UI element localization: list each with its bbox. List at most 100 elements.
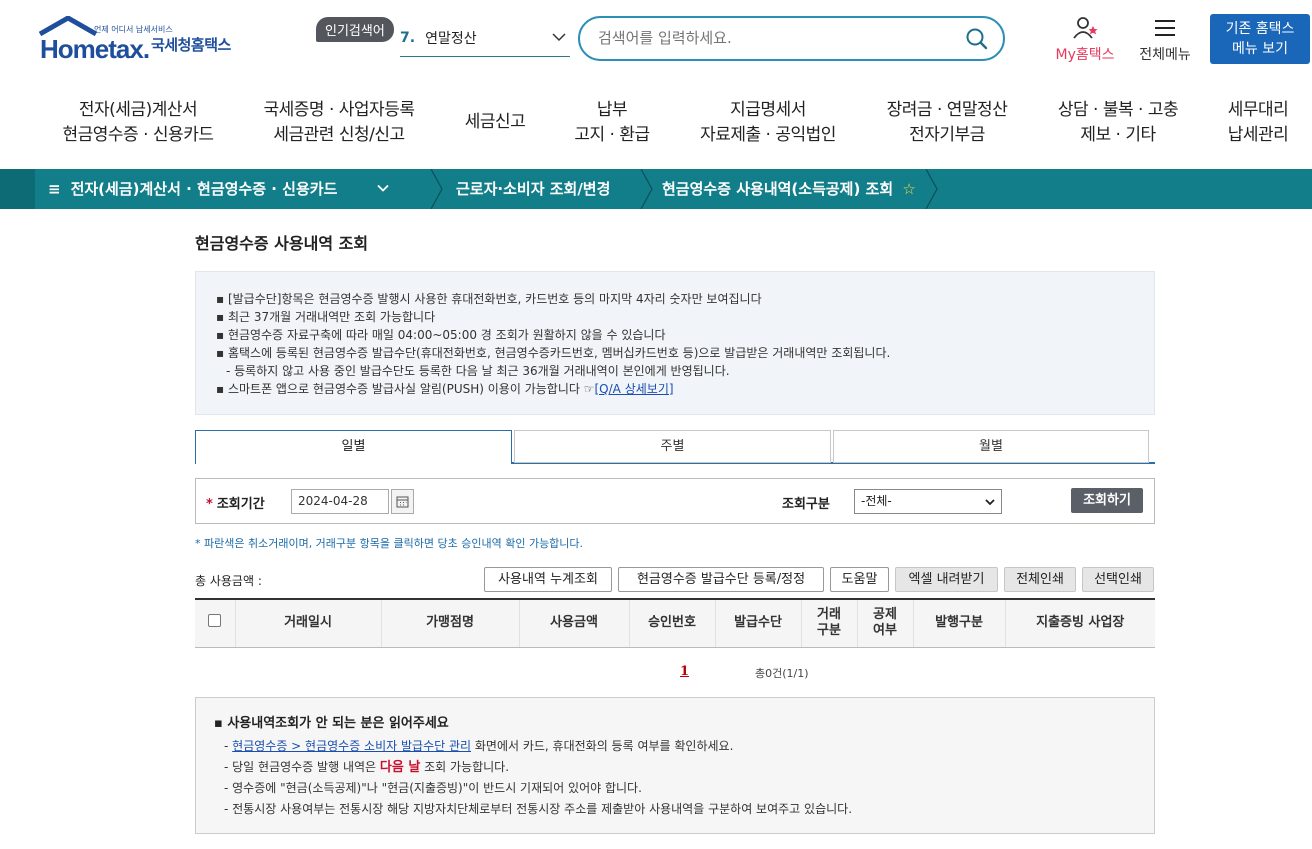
qa-detail-link[interactable]: [Q/A 상세보기] [595,382,674,396]
breadcrumb-level2[interactable]: 근로자·소비자 조회/변경 [456,169,610,209]
tab-daily[interactable]: 일별 [195,430,512,464]
nav-label: 세금관련 신청/신고 [273,125,405,145]
search-input[interactable] [598,18,958,58]
notice-box: ▪ [발급수단]항목은 현금영수증 발행시 사용한 휴대전화번호, 카드번호 등… [195,271,1155,415]
pager-current-page[interactable]: 1 [680,664,689,679]
type-select[interactable]: -전체- [854,489,1002,514]
my-hometax-button[interactable]: My홈택스 [1050,16,1120,64]
notice-text: 홈택스에 등록된 현금영수증 발급수단(휴대전화번호, 현금영수증카드번호, 멤… [227,346,891,360]
help-button[interactable]: 도움말 [830,567,889,592]
hamburger-icon [1155,20,1175,36]
breadcrumb-level3-label: 현금영수증 사용내역(소득공제) 조회 [662,180,894,198]
nav-item-incentive[interactable]: 장려금 · 연말정산 전자기부금 [880,98,1014,148]
col-header-date[interactable]: 거래일시 [235,599,382,648]
nav-item-tax-agent[interactable]: 세무대리 납세관리 [1222,98,1294,148]
guide-line: - 당일 현금영수증 발행 내역은 다음 날 조회 가능합니다. [214,757,1154,778]
col-header-text: 여부 [873,623,897,639]
col-header-approval[interactable]: 승인번호 [629,599,716,648]
tab-monthly[interactable]: 월별 [833,430,1149,463]
guide-line: - 영수증에 "현금(소득공제)"나 "현금(지출증빙)"이 반드시 기재되어 … [224,781,642,795]
notice-subitem: - 등록하지 않고 사용 중인 발급수단도 등록한 다음 날 최근 36개월 거… [226,364,730,378]
issue-method-link[interactable]: 현금영수증 > 현금영수증 소비자 발급수단 관리 [232,739,471,753]
tab-weekly[interactable]: 주별 [514,430,831,463]
notice-item: ▪ 스마트폰 앱으로 현금영수증 발급사실 알림(PUSH) 이용이 가능합니다… [216,382,674,396]
guide-title-text: 사용내역조회가 안 되는 분은 읽어주세요 [227,716,449,731]
nav-label: 자료제출 · 공익법인 [700,125,836,145]
popular-term: 연말정산 [425,31,477,47]
nav-item-payment[interactable]: 납부 고지 · 환급 [568,98,656,148]
col-header-deduction[interactable]: 공제 여부 [857,599,914,648]
popular-search-badge: 인기검색어 [316,17,394,42]
register-method-button[interactable]: 현금영수증 발급수단 등록/정정 [618,567,824,592]
date-input[interactable]: 2024-04-28 [291,489,389,514]
guide-line: - 현금영수증 > 현금영수증 소비자 발급수단 관리 화면에서 카드, 휴대전… [224,739,734,753]
notice-item: ▪ 현금영수증 자료구축에 따라 매일 04:00~05:00 경 조회가 원활… [216,328,666,342]
breadcrumb-level1[interactable]: ≡ 전자(세금)계산서 · 현금영수증 · 신용카드 [48,169,389,209]
print-all-button[interactable]: 전체인쇄 [1004,567,1076,592]
old-menu-line1: 기존 홈택스 [1225,21,1295,37]
logo-korean-name: 국세청홈택스 [151,36,231,54]
star-icon[interactable]: ☆ [902,180,915,198]
user-icon [1073,17,1098,39]
required-mark: * [206,497,213,512]
popular-search-select[interactable]: 7. 연말정산 [400,20,570,57]
select-all-checkbox[interactable] [208,614,222,628]
breadcrumb-separator [925,169,938,209]
col-header-amount[interactable]: 사용금액 [519,599,630,648]
guide-text: 조회 가능합니다. [420,760,510,774]
page-title: 현금영수증 사용내역 조회 [195,234,369,253]
guide-emphasis: 다음 날 [379,760,421,775]
nav-item-consulting[interactable]: 상담 · 불복 · 고충 제보 · 기타 [1050,98,1186,148]
col-header-trade-type[interactable]: 거래 구분 [801,599,858,648]
calendar-glyph [396,496,409,508]
cancel-hint: * 파란색은 취소거래이며, 거래구분 항목을 클릭하면 당초 승인내역 확인 … [195,537,584,550]
search-icon[interactable] [965,27,989,51]
chevron-down-icon [376,184,389,192]
table-header-row: 거래일시 가맹점명 사용금액 승인번호 발급수단 거래 구분 공제 여부 발행구분 … [195,599,1155,648]
guide-text: - 당일 현금영수증 발행 내역은 [224,760,380,774]
type-label: 조회구분 [782,497,830,512]
search-button[interactable]: 조회하기 [1071,488,1143,513]
notice-text: [발급수단]항목은 현금영수증 발행시 사용한 휴대전화번호, 카드번호 등의 … [227,292,762,306]
chevron-down-icon [985,499,995,506]
notice-item: ▪ 최근 37개월 거래내역만 조회 가능합니다 [216,310,436,324]
guide-box: ▪ 사용내역조회가 안 되는 분은 읽어주세요 - 현금영수증 > 현금영수증 … [195,697,1155,834]
search-panel: * 조회기간 2024-04-28 조회구분 -전체- 조회하기 [195,478,1155,524]
notice-text: 최근 37개월 거래내역만 조회 가능합니다 [227,310,436,324]
notice-item: ▪ 홈택스에 등록된 현금영수증 발급수단(휴대전화번호, 현금영수증카드번호,… [216,346,891,360]
col-header-text: 구분 [817,623,841,639]
nav-item-einvoice[interactable]: 전자(세금)계산서 현금영수증 · 신용카드 [58,98,218,148]
calendar-icon[interactable] [391,489,414,514]
col-header-issue-type[interactable]: 발행구분 [913,599,1006,648]
col-header-text: 공제 [873,607,897,623]
cumulative-button[interactable]: 사용내역 누계조회 [484,567,612,592]
nav-label: 지급명세서 [730,100,806,120]
col-header-method[interactable]: 발급수단 [715,599,802,648]
all-menu-button[interactable]: 전체메뉴 [1134,16,1196,64]
nav-label: 국세증명 · 사업자등록 [263,100,415,120]
col-header-merchant[interactable]: 가맹점명 [381,599,520,648]
nav-label: 현금영수증 · 신용카드 [62,125,214,145]
pager-total: 총0건(1/1) [755,667,809,680]
breadcrumb-left-edge [0,169,35,209]
col-header-business[interactable]: 지출증빙 사업장 [1005,599,1155,648]
nav-item-certificate[interactable]: 국세증명 · 사업자등록 세금관련 신청/신고 [258,98,420,148]
period-label-text: 조회기간 [216,497,265,512]
nav-item-payment-statement[interactable]: 지급명세서 자료제출 · 공익법인 [695,98,841,148]
pointing-hand-icon: ☞ [583,382,595,396]
old-menu-line2: 메뉴 보기 [1232,41,1288,57]
chevron-down-icon [552,33,566,42]
period-label: * 조회기간 [206,493,265,512]
excel-download-button[interactable]: 엑셀 내려받기 [895,567,998,592]
nav-label: 세금신고 [464,112,526,132]
old-menu-button[interactable]: 기존 홈택스 메뉴 보기 [1210,14,1310,64]
nav-item-tax-return[interactable]: 세금신고 [458,110,532,135]
nav-label: 상담 · 불복 · 고충 [1057,100,1179,120]
breadcrumb-level3[interactable]: 현금영수증 사용내역(소득공제) 조회 ☆ [662,169,916,209]
select-all-cell [195,599,236,648]
print-selected-button[interactable]: 선택인쇄 [1082,567,1154,592]
search-box [578,16,1005,61]
hometax-logo[interactable]: 언제 어디서 납세서비스 Hometax. 국세청홈택스 [38,14,253,66]
total-amount-label: 총 사용금액 : [195,574,262,588]
period-tabs: 일별 주별 월별 [195,430,1155,464]
